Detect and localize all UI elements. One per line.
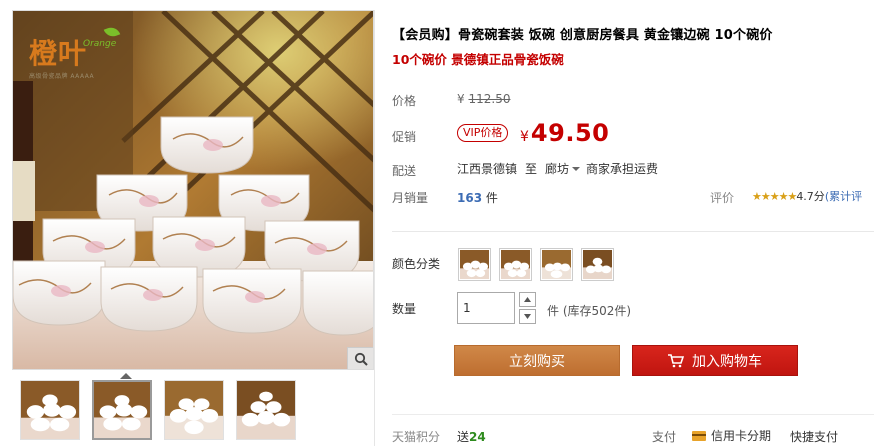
section-divider [392,414,874,415]
points-value: 24 [469,430,486,444]
add-to-cart-button[interactable]: 加入购物车 [632,345,798,376]
rating-score: 4.7分 [796,190,825,203]
buy-now-button[interactable]: 立刻购买 [454,345,620,376]
promo-currency: ¥ [520,129,529,145]
vip-price-badge: VIP价格 [457,124,509,142]
stock-info: 件 (库存502件) [547,304,632,318]
ship-from: 江西景德镇 [457,162,518,176]
review-count-link[interactable]: (累计评 [825,190,862,203]
original-price: ¥ 112.50 [457,92,510,106]
rating: ★★★★★4.7分(累计评 [752,188,862,204]
chevron-down-icon [524,314,531,319]
quantity-stepper [519,292,536,324]
rating-label: 评价 [710,191,735,205]
color-swatch-3[interactable] [540,248,573,281]
star-icon: ★★★★★ [752,190,797,203]
cart-icon [668,353,684,367]
quantity-increase-button[interactable] [519,292,536,307]
ship-to-select[interactable]: 廊坊 [545,160,569,177]
color-option-label: 颜色分类 [392,257,441,271]
divider [374,10,375,446]
buy-now-label: 立刻购买 [509,353,565,370]
points-info: 送24 [457,428,486,445]
credit-installment[interactable]: 信用卡分期 [692,427,771,444]
active-thumb-marker [120,373,132,379]
credit-card-icon [692,430,706,441]
color-swatch-1[interactable] [458,248,491,281]
shipping-fee: 商家承担运费 [586,162,659,176]
promo-price-value: 49.50 [530,119,610,147]
chevron-down-icon[interactable] [572,166,581,171]
product-gallery: 橙叶 Orange 高级骨瓷品牌 AAAAA [12,10,374,446]
payment-label: 支付 [652,430,677,444]
product-subtitle: 10个碗价 景德镇正品骨瓷饭碗 [392,52,564,67]
add-to-cart-label: 加入购物车 [692,353,762,370]
ship-to-word: 至 [525,162,538,176]
color-swatches [458,248,614,281]
thumbnail-2[interactable] [92,380,152,440]
thumbnail-strip [20,380,296,440]
shipping-info: 江西景德镇 至 廊坊 商家承担运费 [457,160,658,177]
brand-en: Orange [83,39,117,49]
monthly-sales-count: 163 [457,191,483,205]
credit-installment-label: 信用卡分期 [711,429,772,443]
promo-price: ¥49.50 [520,119,609,147]
quantity-input[interactable] [457,292,515,324]
monthly-sales: 163 件 [457,189,498,206]
main-product-image[interactable]: 橙叶 Orange 高级骨瓷品牌 AAAAA [12,10,374,370]
quantity-decrease-button[interactable] [519,309,536,324]
monthly-sales-label: 月销量 [392,191,429,205]
chevron-up-icon [524,297,531,302]
points-prefix: 送 [457,430,470,444]
color-swatch-4[interactable] [581,248,614,281]
thumbnail-3[interactable] [164,380,224,440]
monthly-sales-unit: 件 [485,191,498,205]
quantity-label: 数量 [392,302,417,316]
brand-slogan: 高级骨瓷品牌 AAAAA [29,73,95,80]
shipping-label: 配送 [392,164,417,178]
product-info: 【会员购】骨瓷碗套装 饭碗 创意厨房餐具 黄金镶边碗 10个碗价 10个碗价 景… [388,0,874,446]
promo-label: 促销 [392,130,417,144]
product-title: 【会员购】骨瓷碗套装 饭碗 创意厨房餐具 黄金镶边碗 10个碗价 [392,28,773,43]
brand-logo: 橙叶 Orange 高级骨瓷品牌 AAAAA [29,24,121,80]
fast-pay[interactable]: 快捷支付 [790,428,838,445]
price-label: 价格 [392,94,417,108]
original-currency: ¥ [457,92,465,106]
zoom-icon[interactable] [347,347,373,369]
points-label: 天猫积分 [392,430,441,444]
thumbnail-4[interactable] [236,380,296,440]
color-swatch-2[interactable] [499,248,532,281]
section-divider [392,231,874,232]
original-price-value: 112.50 [468,92,511,106]
thumbnail-1[interactable] [20,380,80,440]
